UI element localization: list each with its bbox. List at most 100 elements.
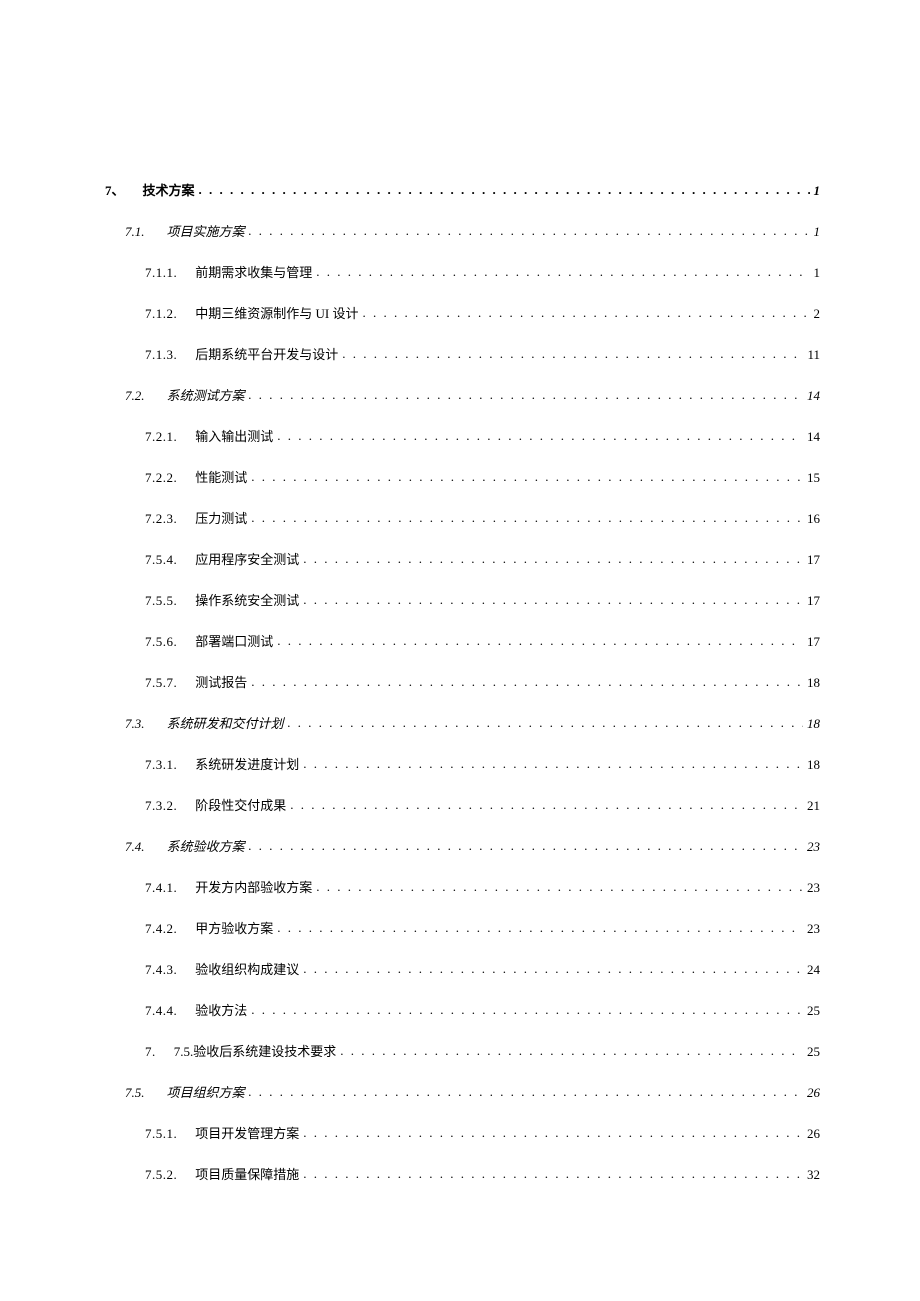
toc-page-number: 17 — [807, 593, 820, 609]
toc-leader-dots — [251, 510, 803, 526]
toc-number: 7.1. — [125, 224, 145, 240]
toc-title: 后期系统平台开发与设计 — [195, 344, 338, 363]
toc-leader-dots — [290, 797, 803, 813]
toc-entry: 7.4.3.验收组织构成建议24 — [145, 959, 820, 978]
toc-entry: 7.5.4. 应用程序安全测试 17 — [145, 549, 820, 568]
toc-leader-dots — [277, 920, 803, 936]
toc-number: 7.3.1. — [145, 757, 177, 773]
toc-title: 输入输出测试 — [195, 426, 273, 445]
toc-number: 7.5.1. — [145, 1126, 177, 1142]
toc-page-number: 26 — [807, 1126, 820, 1142]
toc-title: 前期需求收集与管理 — [195, 262, 312, 281]
toc-leader-dots — [303, 961, 803, 977]
toc-leader-dots — [303, 551, 803, 567]
toc-title: 系统测试方案 — [167, 385, 245, 404]
toc-number: 7.4.1. — [145, 880, 177, 896]
toc-title: 性能测试 — [195, 467, 247, 486]
toc-title: 项目开发管理方案 — [195, 1123, 299, 1142]
toc-leader-dots — [303, 1166, 803, 1182]
toc-number: 7.5.4. — [145, 552, 177, 568]
toc-leader-dots — [316, 879, 803, 895]
toc-entry: 7.2.1. 输入输出测试 14 — [145, 426, 820, 445]
toc-entry: 7.2. 系统测试方案 14 — [125, 385, 820, 404]
toc-leader-dots — [288, 715, 803, 731]
toc-page-number: 15 — [807, 470, 820, 486]
toc-title: 中期三维资源制作与 UI 设计 — [195, 303, 358, 322]
toc-title: 技术方案 — [143, 180, 195, 199]
toc-number: 7.4.4. — [145, 1003, 177, 1019]
toc-entry: 7.4.系统验收方案23 — [125, 836, 820, 855]
toc-number: 7.2.3. — [145, 511, 177, 527]
toc-page-number: 26 — [807, 1085, 820, 1101]
toc-title: 开发方内部验收方案 — [195, 877, 312, 896]
toc-page-number: 18 — [807, 757, 820, 773]
toc-title: 验收方法 — [195, 1000, 247, 1019]
toc-entry: 7.2.3. 压力测试 16 — [145, 508, 820, 527]
toc-entry: 7.3.2.阶段性交付成果21 — [145, 795, 820, 814]
toc-entry: 7.4.2.甲方验收方案23 — [145, 918, 820, 937]
toc-entry: 7.1.1.前期需求收集与管理1 — [145, 262, 820, 281]
toc-number: 7.5.5. — [145, 593, 177, 609]
toc-title: 应用程序安全测试 — [195, 549, 299, 568]
toc-page-number: 14 — [807, 429, 820, 445]
toc-number: 7.5.7. — [145, 675, 177, 691]
toc-page-number: 23 — [807, 880, 820, 896]
toc-leader-dots — [277, 428, 803, 444]
toc-entry: 7.4.4. 验收方法 25 — [145, 1000, 820, 1019]
toc-entry: 7.5.6.部署端口测试17 — [145, 631, 820, 650]
toc-page-number: 25 — [807, 1003, 820, 1019]
toc-leader-dots — [199, 182, 810, 198]
toc-number: 7.3. — [125, 716, 145, 732]
toc-number: 7.3.2. — [145, 798, 177, 814]
toc-page-number: 16 — [807, 511, 820, 527]
toc-page-number: 2 — [814, 306, 821, 322]
toc-number: 7.1.3. — [145, 347, 177, 363]
toc-title: 部署端口测试 — [195, 631, 273, 650]
toc-title: 操作系统安全测试 — [195, 590, 299, 609]
toc-entry: 7.4.1. 开发方内部验收方案 23 — [145, 877, 820, 896]
toc-entry: 7.7.5.验收后系统建设技术要求25 — [145, 1041, 820, 1060]
toc-leader-dots — [303, 756, 803, 772]
toc-page-number: 1 — [814, 224, 821, 240]
toc-leader-dots — [249, 1084, 803, 1100]
toc-number: 7.4. — [125, 839, 145, 855]
toc-title: 项目质量保障措施 — [195, 1164, 299, 1183]
toc-page-number: 23 — [807, 839, 820, 855]
toc-leader-dots — [277, 633, 803, 649]
toc-entry: 7.1.3. 后期系统平台开发与设计 11 — [145, 344, 820, 363]
toc-entry: 7、技术方案1 — [105, 180, 820, 199]
toc-entry: 7.1.2. 中期三维资源制作与 UI 设计 2 — [145, 303, 820, 322]
toc-page-number: 14 — [807, 388, 820, 404]
toc-title: 项目实施方案 — [167, 221, 245, 240]
toc-page-number: 17 — [807, 552, 820, 568]
toc-page-number: 11 — [807, 347, 820, 363]
toc-page-number: 24 — [807, 962, 820, 978]
toc-number: 7.5. — [125, 1085, 145, 1101]
toc-leader-dots — [340, 1043, 803, 1059]
toc-leader-dots — [249, 223, 810, 239]
toc-title: 7.5.验收后系统建设技术要求 — [174, 1041, 337, 1060]
toc-title: 验收组织构成建议 — [195, 959, 299, 978]
toc-entry: 7.3.系统研发和交付计划18 — [125, 713, 820, 732]
toc-leader-dots — [249, 838, 803, 854]
toc-page-number: 23 — [807, 921, 820, 937]
toc-title: 甲方验收方案 — [195, 918, 273, 937]
toc-leader-dots — [249, 387, 803, 403]
toc-number: 7.2.1. — [145, 429, 177, 445]
toc-leader-dots — [316, 264, 809, 280]
toc-number: 7.1.2. — [145, 306, 177, 322]
toc-number: 7.5.6. — [145, 634, 177, 650]
toc-number: 7.5.2. — [145, 1167, 177, 1183]
toc-title: 项目组织方案 — [167, 1082, 245, 1101]
toc-entry: 7.2.2. 性能测试 15 — [145, 467, 820, 486]
toc-number: 7.1.1. — [145, 265, 177, 281]
toc-leader-dots — [251, 1002, 803, 1018]
toc-leader-dots — [303, 592, 803, 608]
toc-number: 7.2. — [125, 388, 145, 404]
toc-title: 测试报告 — [195, 672, 247, 691]
toc-title: 压力测试 — [195, 508, 247, 527]
toc-title: 阶段性交付成果 — [195, 795, 286, 814]
toc-page-number: 18 — [807, 716, 820, 732]
toc-number: 7.2.2. — [145, 470, 177, 486]
toc-leader-dots — [362, 305, 809, 321]
